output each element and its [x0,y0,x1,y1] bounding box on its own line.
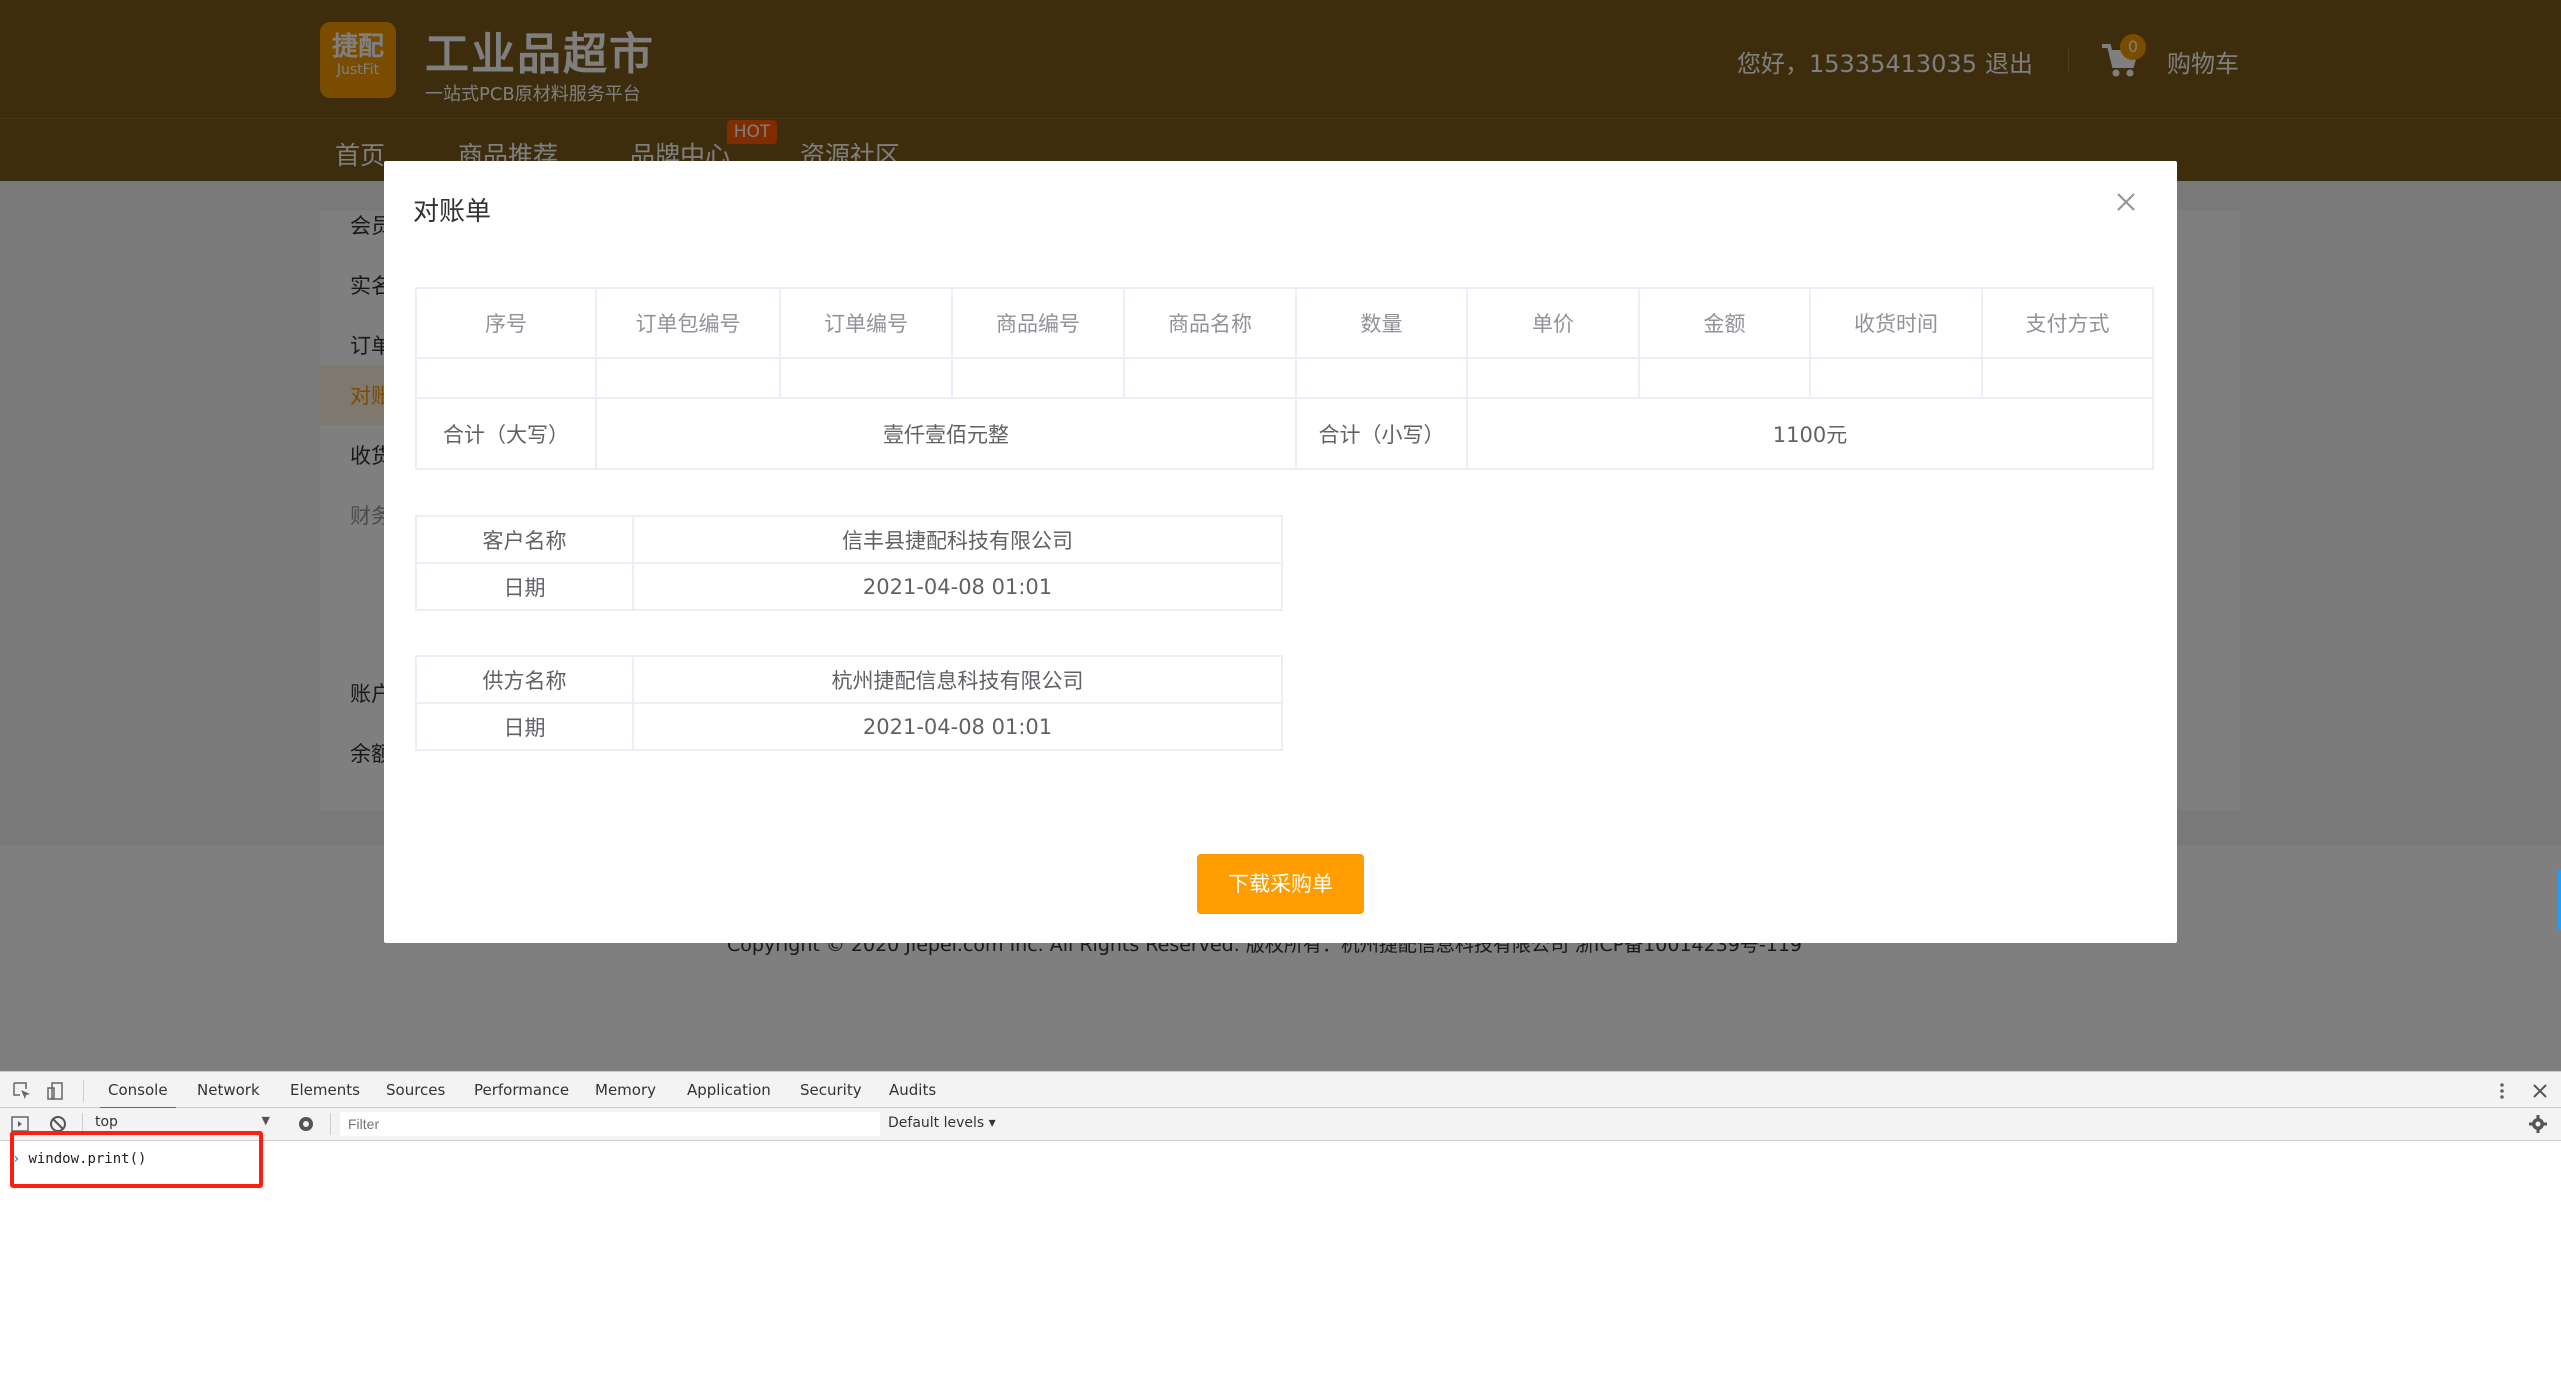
devtools-panel: Console Network Elements Sources Perform… [0,1071,2561,1386]
column-header: 数量 [1295,287,1468,359]
column-header: 支付方式 [1981,287,2154,359]
download-purchase-order-button[interactable]: 下载采购单 [1197,854,1364,914]
supplier-date-value: 2021-04-08 01:01 [632,702,1283,751]
supplier-name-value: 杭州捷配信息科技有限公司 [632,655,1283,704]
table-row: 客户名称 信丰县捷配科技有限公司 [415,515,1283,564]
total-lower-value: 1100元 [1466,397,2154,470]
customer-date-label: 日期 [415,562,634,611]
table-row [415,357,2154,399]
total-lower-label: 合计（小写） [1295,397,1468,470]
statement-table: 序号 订单包编号 订单编号 商品编号 商品名称 数量 单价 金额 收货时间 支付… [415,287,2154,470]
table-cell [779,357,953,399]
statement-dialog: 对账单 序号 订单包编号 订单编号 商品编号 商品名称 数量 单价 金额 收货时… [384,161,2177,943]
tab-security[interactable]: Security [800,1081,862,1099]
inspect-element-icon[interactable] [12,1081,32,1101]
total-upper-value: 壹仟壹佰元整 [595,397,1297,470]
supplier-date-label: 日期 [415,702,634,751]
table-row: 供方名称 杭州捷配信息科技有限公司 [415,655,1283,704]
column-header: 商品编号 [951,287,1125,359]
table-row: 日期 2021-04-08 01:01 [415,702,1283,751]
table-cell [951,357,1125,399]
table-cell [1638,357,1811,399]
customer-name-label: 客户名称 [415,515,634,564]
total-upper-label: 合计（大写） [415,397,597,470]
divider [83,1080,84,1102]
supplier-info-table: 供方名称 杭州捷配信息科技有限公司 日期 2021-04-08 01:01 [415,655,1283,751]
customer-info-table: 客户名称 信丰县捷配科技有限公司 日期 2021-04-08 01:01 [415,515,1283,611]
console-filter-input[interactable] [340,1112,880,1136]
column-header: 金额 [1638,287,1811,359]
table-cell [1981,357,2154,399]
more-options-icon[interactable] [2492,1081,2512,1101]
tab-network[interactable]: Network [197,1081,260,1099]
context-select[interactable]: top ▼ [95,1114,270,1130]
table-cell [1295,357,1468,399]
tab-application[interactable]: Application [687,1081,771,1099]
annotation-highlight-box [10,1131,263,1188]
tab-elements[interactable]: Elements [290,1081,360,1099]
column-header: 收货时间 [1809,287,1983,359]
table-cell [1809,357,1983,399]
customer-date-value: 2021-04-08 01:01 [632,562,1283,611]
close-icon[interactable] [2115,191,2137,213]
column-header: 商品名称 [1123,287,1297,359]
scrollbar[interactable] [2557,870,2561,930]
devtools-tabbar: Console Network Elements Sources Perform… [0,1071,2561,1110]
console-toolbar: top ▼ Default levels ▾ [0,1108,2561,1141]
column-header: 订单编号 [779,287,953,359]
supplier-name-label: 供方名称 [415,655,634,704]
customer-name-value: 信丰县捷配科技有限公司 [632,515,1283,564]
device-toolbar-icon[interactable] [46,1081,66,1101]
column-header: 序号 [415,287,597,359]
tab-console[interactable]: Console [100,1081,176,1110]
table-cell [595,357,781,399]
table-cell [415,357,597,399]
close-devtools-icon[interactable] [2530,1081,2550,1101]
divider [330,1113,331,1135]
log-levels-dropdown[interactable]: Default levels ▾ [888,1115,996,1131]
total-row: 合计（大写） 壹仟壹佰元整 合计（小写） 1100元 [415,397,2154,470]
dialog-title: 对账单 [413,197,492,227]
settings-gear-icon[interactable] [2528,1114,2548,1134]
tab-sources[interactable]: Sources [386,1081,445,1099]
chevron-down-icon: ▼ [261,1114,270,1127]
tab-memory[interactable]: Memory [595,1081,656,1099]
table-cell [1123,357,1297,399]
table-row: 日期 2021-04-08 01:01 [415,562,1283,611]
tab-performance[interactable]: Performance [474,1081,569,1099]
web-page: 捷配 JustFit 工业品超市 一站式PCB原材料服务平台 您好，153354… [0,0,2561,1071]
table-header-row: 序号 订单包编号 订单编号 商品编号 商品名称 数量 单价 金额 收货时间 支付… [415,287,2154,359]
column-header: 订单包编号 [595,287,781,359]
table-cell [1466,357,1640,399]
context-value: top [95,1114,118,1130]
live-expression-eye-icon[interactable] [296,1114,316,1134]
column-header: 单价 [1466,287,1640,359]
tab-audits[interactable]: Audits [889,1081,936,1099]
